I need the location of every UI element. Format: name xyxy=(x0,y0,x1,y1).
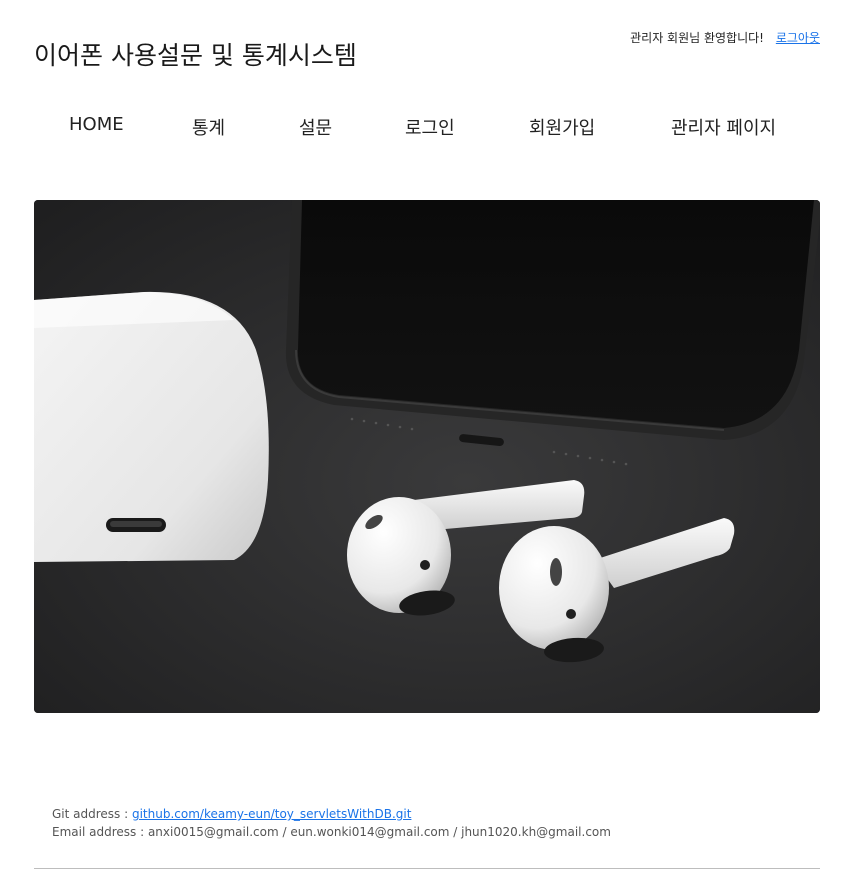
nav-item-survey[interactable]: 설문 xyxy=(299,114,332,140)
nav-item-signup[interactable]: 회원가입 xyxy=(529,114,595,140)
git-address-label: Git address : xyxy=(52,807,132,821)
email-address-label: Email address : xyxy=(52,825,148,839)
nav-item-admin[interactable]: 관리자 페이지 xyxy=(671,114,776,140)
site-title: 이어폰 사용설문 및 통계시스템 xyxy=(34,41,357,70)
logout-link[interactable]: 로그아웃 xyxy=(776,31,820,45)
footer: Git address : github.com/keamy-eun/toy_s… xyxy=(52,805,611,841)
git-address-line: Git address : github.com/keamy-eun/toy_s… xyxy=(52,805,611,823)
git-address-link[interactable]: github.com/keamy-eun/toy_servletsWithDB.… xyxy=(132,807,411,821)
user-bar: 관리자 회원님 환영합니다! 로그아웃 xyxy=(630,29,820,46)
hero-image xyxy=(34,200,820,713)
footer-divider xyxy=(34,868,820,869)
nav-item-stats[interactable]: 통계 xyxy=(192,114,225,140)
earbuds-photo xyxy=(34,200,820,713)
charging-case-graphic xyxy=(34,291,269,562)
main-nav: HOME 통계 설문 로그인 회원가입 관리자 페이지 xyxy=(0,114,855,142)
nav-item-login[interactable]: 로그인 xyxy=(405,114,455,140)
nav-item-home[interactable]: HOME xyxy=(69,114,124,135)
welcome-text: 관리자 회원님 환영합니다! xyxy=(630,31,764,45)
email-address-list: anxi0015@gmail.com / eun.wonki014@gmail.… xyxy=(147,825,611,839)
email-address-line: Email address : anxi0015@gmail.com / eun… xyxy=(52,823,611,841)
